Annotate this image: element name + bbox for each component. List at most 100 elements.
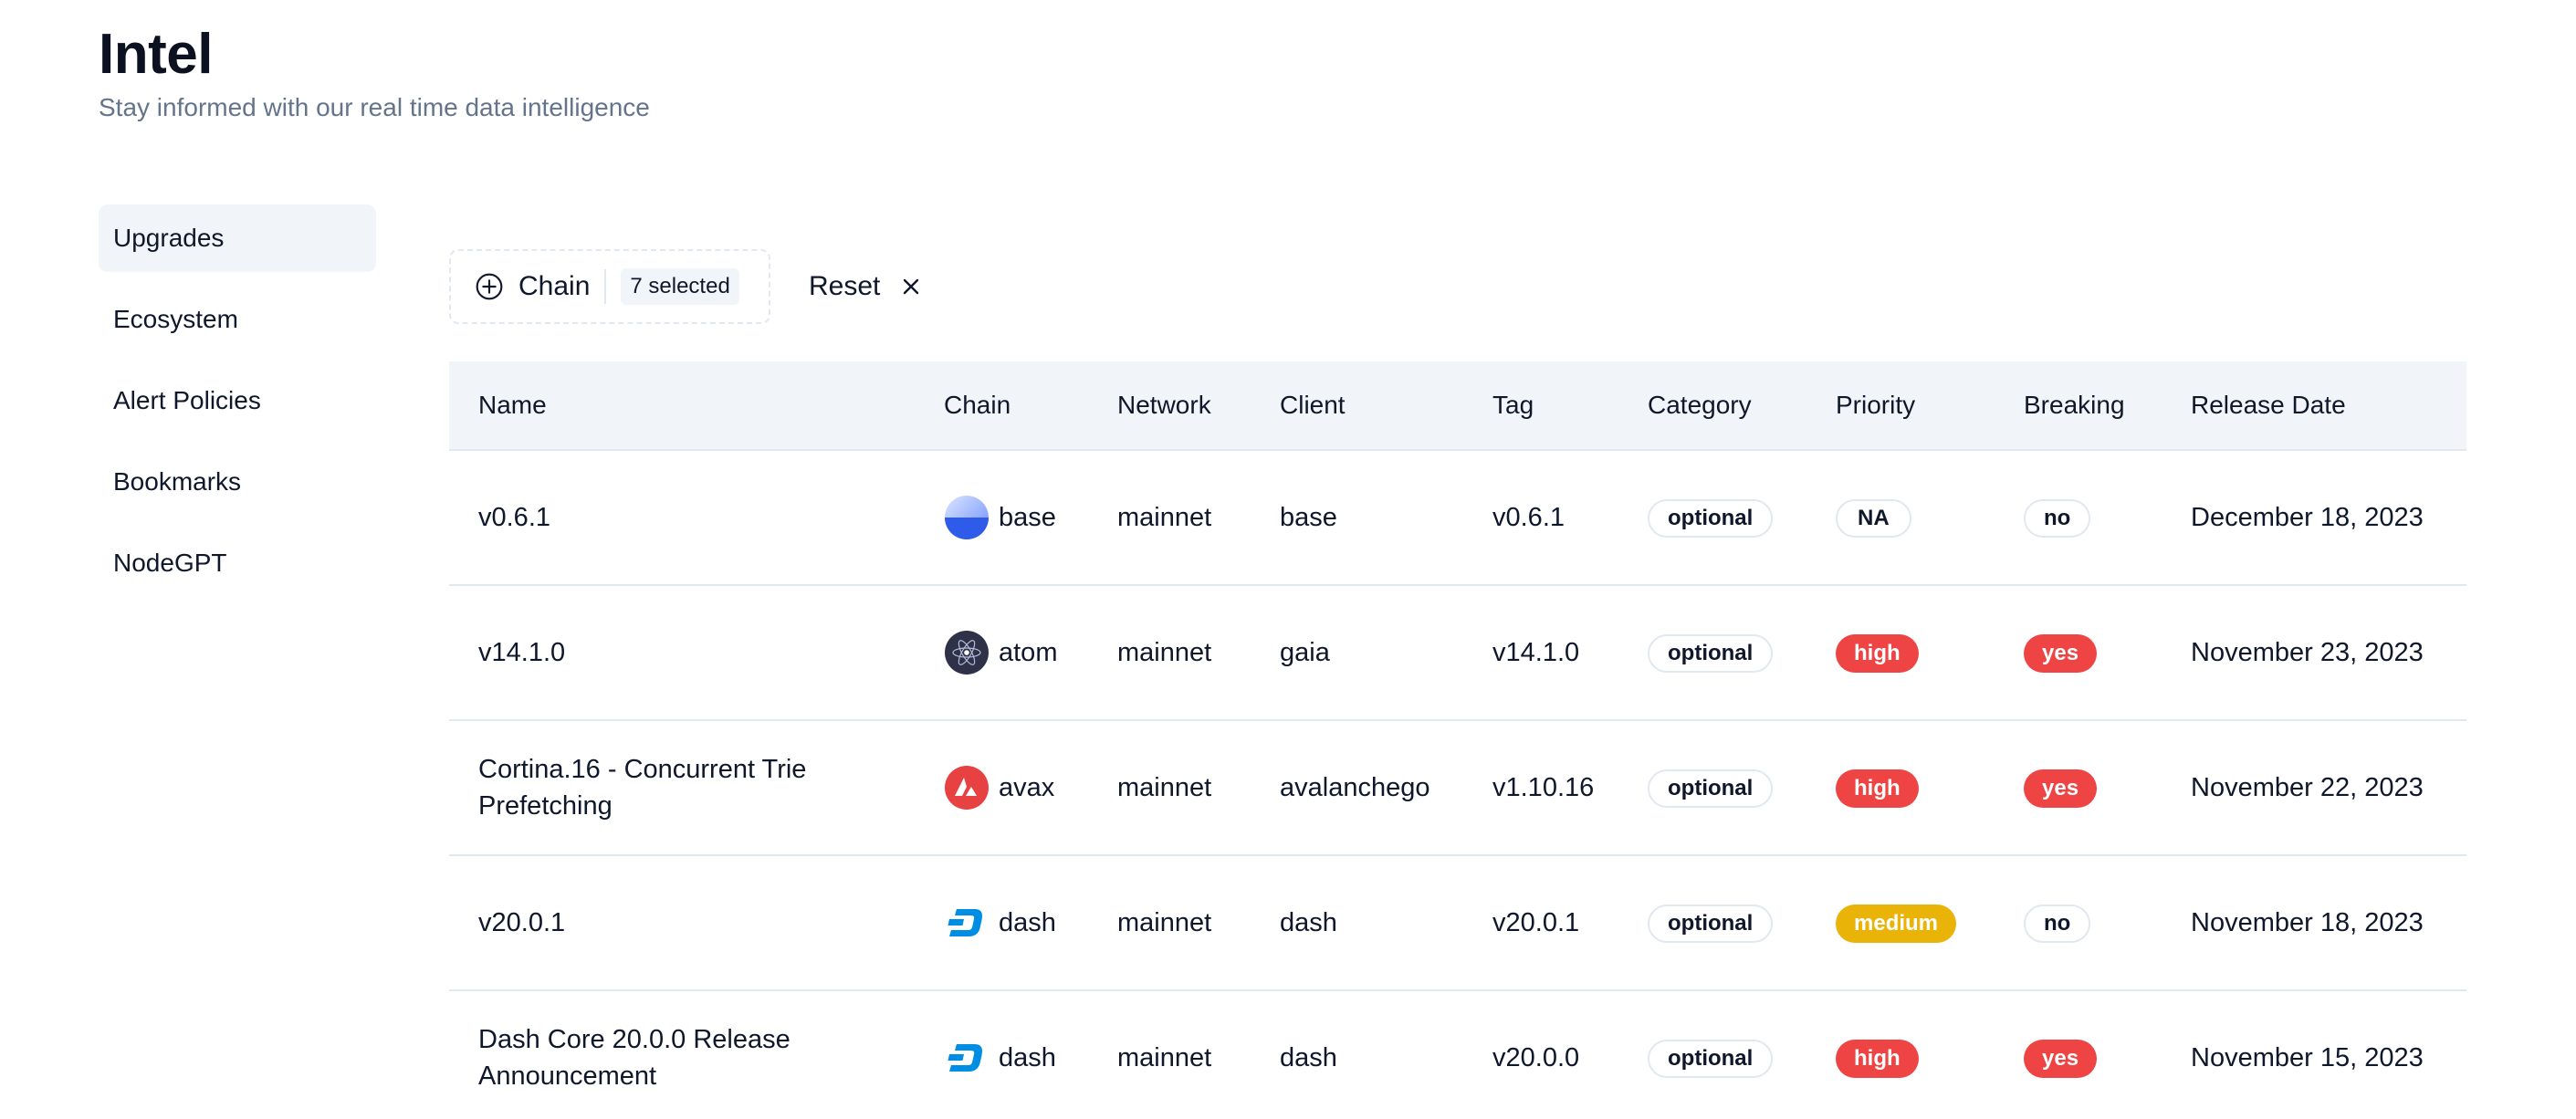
cell-chain: dash: [944, 900, 1117, 946]
priority-badge: high: [1836, 1039, 1919, 1078]
cell-priority: medium: [1836, 904, 2024, 943]
breaking-badge: no: [2024, 498, 2091, 538]
table-header: Name Chain Network Client Tag Category P…: [449, 361, 2466, 451]
chain-label: base: [999, 503, 1056, 532]
cell-name: Dash Core 20.0.0 Release Announcement: [478, 1025, 791, 1091]
main-content: Chain 7 selected Reset Name Chain Networ…: [449, 248, 2466, 1119]
cell-client: dash: [1280, 1043, 1337, 1072]
reset-button[interactable]: Reset: [796, 257, 935, 316]
sidebar-item-label: Upgrades: [113, 224, 225, 252]
category-badge: optional: [1648, 769, 1774, 808]
column-header-tag[interactable]: Tag: [1492, 391, 1648, 420]
sidebar-item-bookmarks[interactable]: Bookmarks: [99, 448, 376, 516]
cell-priority: high: [1836, 769, 2024, 808]
chain-label: atom: [999, 638, 1058, 667]
cell-tag: v1.10.16: [1492, 773, 1595, 802]
chain-label: avax: [999, 773, 1055, 802]
cell-name: v0.6.1: [478, 503, 550, 532]
category-badge: optional: [1648, 1039, 1774, 1078]
breaking-badge: yes: [2024, 1039, 2098, 1078]
cell-tag: v20.0.0: [1492, 1043, 1580, 1072]
upgrades-table: Name Chain Network Client Tag Category P…: [449, 361, 2466, 1119]
cell-network: mainnet: [1117, 908, 1212, 937]
category-badge: optional: [1648, 904, 1774, 943]
cell-breaking: yes: [2024, 1039, 2191, 1078]
column-header-priority[interactable]: Priority: [1836, 391, 2024, 420]
cell-category: optional: [1648, 904, 1836, 943]
priority-badge: medium: [1836, 904, 1957, 943]
cell-tag: v0.6.1: [1492, 503, 1565, 532]
table-row[interactable]: v20.0.1 dash mainnet dash v20.0.1 option…: [449, 856, 2466, 991]
chain-label: dash: [999, 1043, 1056, 1072]
cell-category: optional: [1648, 633, 1836, 673]
atom-chain-icon: [945, 631, 989, 675]
cell-release-date: November 15, 2023: [2191, 1043, 2424, 1072]
priority-badge: high: [1836, 769, 1919, 808]
cell-client: gaia: [1280, 638, 1330, 667]
dash-chain-icon: [948, 1044, 982, 1072]
column-header-release-date[interactable]: Release Date: [2191, 391, 2466, 420]
sidebar-item-label: Bookmarks: [113, 467, 242, 496]
avax-chain-icon: [945, 766, 989, 810]
cell-priority: high: [1836, 1039, 2024, 1078]
sidebar-item-label: Ecosystem: [113, 305, 238, 333]
cell-client: dash: [1280, 908, 1337, 937]
cell-network: mainnet: [1117, 638, 1212, 667]
cell-network: mainnet: [1117, 1043, 1212, 1072]
cell-priority: NA: [1836, 498, 2024, 538]
sidebar-item-upgrades[interactable]: Upgrades: [99, 204, 376, 272]
cell-breaking: yes: [2024, 633, 2191, 673]
cell-name: Cortina.16 - Concurrent Trie Prefetching: [478, 755, 807, 821]
column-header-client[interactable]: Client: [1280, 391, 1492, 420]
table-row[interactable]: v14.1.0 atom mainnet gaia v14.1.0 option…: [449, 586, 2466, 721]
filter-bar: Chain 7 selected Reset: [449, 248, 2466, 325]
cell-breaking: yes: [2024, 769, 2191, 808]
cell-release-date: December 18, 2023: [2191, 503, 2424, 532]
cell-chain: base: [944, 495, 1117, 540]
column-header-breaking[interactable]: Breaking: [2024, 391, 2191, 420]
cell-chain: avax: [944, 765, 1117, 810]
column-header-name[interactable]: Name: [449, 391, 944, 420]
cell-client: avalanchego: [1280, 773, 1430, 802]
dash-chain-icon: [948, 909, 982, 936]
sidebar-item-nodegpt[interactable]: NodeGPT: [99, 529, 376, 597]
breaking-badge: yes: [2024, 633, 2098, 673]
table-row[interactable]: v0.6.1 base mainnet base v0.6.1 optional…: [449, 451, 2466, 586]
cell-category: optional: [1648, 498, 1836, 538]
cell-release-date: November 22, 2023: [2191, 773, 2424, 802]
cell-name: v20.0.1: [478, 908, 566, 937]
column-header-chain[interactable]: Chain: [944, 391, 1117, 420]
reset-label: Reset: [809, 271, 881, 301]
category-badge: optional: [1648, 498, 1774, 538]
cell-category: optional: [1648, 1039, 1836, 1078]
table-row[interactable]: Dash Core 20.0.0 Release Announcement da…: [449, 991, 2466, 1119]
cell-network: mainnet: [1117, 773, 1212, 802]
cell-breaking: no: [2024, 904, 2191, 943]
cell-name: v14.1.0: [478, 638, 566, 667]
category-badge: optional: [1648, 633, 1774, 673]
cell-priority: high: [1836, 633, 2024, 673]
chain-filter-button[interactable]: Chain 7 selected: [449, 249, 770, 324]
table-row[interactable]: Cortina.16 - Concurrent Trie Prefetching…: [449, 721, 2466, 856]
cell-tag: v20.0.1: [1492, 908, 1580, 937]
chain-label: dash: [999, 908, 1056, 937]
column-header-category[interactable]: Category: [1648, 391, 1836, 420]
page-header: Intel Stay informed with our real time d…: [99, 22, 650, 122]
cell-chain: dash: [944, 1035, 1117, 1081]
priority-badge: high: [1836, 633, 1919, 673]
cell-breaking: no: [2024, 498, 2191, 538]
sidebar: Upgrades Ecosystem Alert Policies Bookma…: [99, 204, 376, 611]
page-title: Intel: [99, 23, 213, 86]
sidebar-item-ecosystem[interactable]: Ecosystem: [99, 286, 376, 353]
cell-network: mainnet: [1117, 503, 1212, 532]
priority-badge: NA: [1836, 498, 1911, 538]
sidebar-item-label: NodeGPT: [113, 549, 227, 577]
page-subtitle: Stay informed with our real time data in…: [99, 93, 650, 121]
cell-release-date: November 18, 2023: [2191, 908, 2424, 937]
filter-divider: [604, 269, 607, 304]
cell-tag: v14.1.0: [1492, 638, 1580, 667]
breaking-badge: no: [2024, 904, 2091, 943]
cell-release-date: November 23, 2023: [2191, 638, 2424, 667]
column-header-network[interactable]: Network: [1117, 391, 1280, 420]
sidebar-item-alert-policies[interactable]: Alert Policies: [99, 367, 376, 434]
